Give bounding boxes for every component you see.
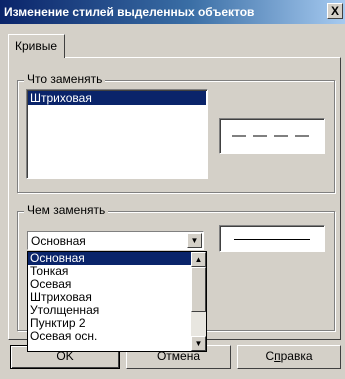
tab-label: Кривые — [15, 39, 58, 53]
solid-line-preview — [234, 238, 310, 240]
dropdown-option[interactable]: Штриховая — [28, 291, 193, 304]
scroll-down-button[interactable]: ▼ — [191, 336, 206, 351]
source-style-preview — [219, 118, 325, 154]
dropdown-option[interactable]: Утолщенная — [28, 304, 193, 317]
list-item[interactable]: Штриховая — [28, 91, 206, 105]
arrow-up-icon: ▲ — [194, 255, 203, 264]
dropdown-option[interactable]: Осевая осн. — [28, 330, 193, 343]
close-button[interactable]: X — [327, 3, 343, 19]
dropdown-option[interactable]: Осевая — [28, 278, 193, 291]
style-dropdown-list[interactable]: Основная Тонкая Осевая Штриховая Утолщен… — [27, 251, 207, 352]
tab-curves[interactable]: Кривые — [8, 34, 65, 58]
help-label-prefix: С — [265, 349, 275, 363]
replace-with-label: Чем заменять — [24, 203, 109, 217]
combo-dropdown-button[interactable]: ▼ — [187, 233, 202, 248]
combo-value: Основная — [31, 234, 86, 248]
close-icon: X — [330, 4, 339, 18]
help-button[interactable]: Справка — [237, 345, 341, 369]
dropdown-option[interactable]: Основная — [28, 252, 193, 265]
dashed-line-preview — [232, 135, 312, 137]
help-label-suffix: равка — [280, 349, 313, 363]
window-title: Изменение стилей выделенных объектов — [4, 5, 255, 19]
scroll-thumb[interactable] — [191, 267, 206, 312]
chevron-down-icon: ▼ — [190, 236, 199, 245]
title-bar: Изменение стилей выделенных объектов X — [0, 0, 345, 24]
target-style-preview — [219, 225, 325, 252]
source-style-list[interactable]: Штриховая — [26, 89, 208, 179]
scroll-up-button[interactable]: ▲ — [191, 252, 206, 267]
dropdown-option[interactable]: Пунктир 2 — [28, 317, 193, 330]
arrow-down-icon: ▼ — [194, 339, 203, 348]
dropdown-scrollbar[interactable]: ▲ ▼ — [191, 252, 206, 351]
dropdown-option[interactable]: Тонкая — [28, 265, 193, 278]
what-to-replace-label: Что заменять — [24, 72, 106, 86]
target-style-combo[interactable]: Основная ▼ — [27, 231, 204, 250]
